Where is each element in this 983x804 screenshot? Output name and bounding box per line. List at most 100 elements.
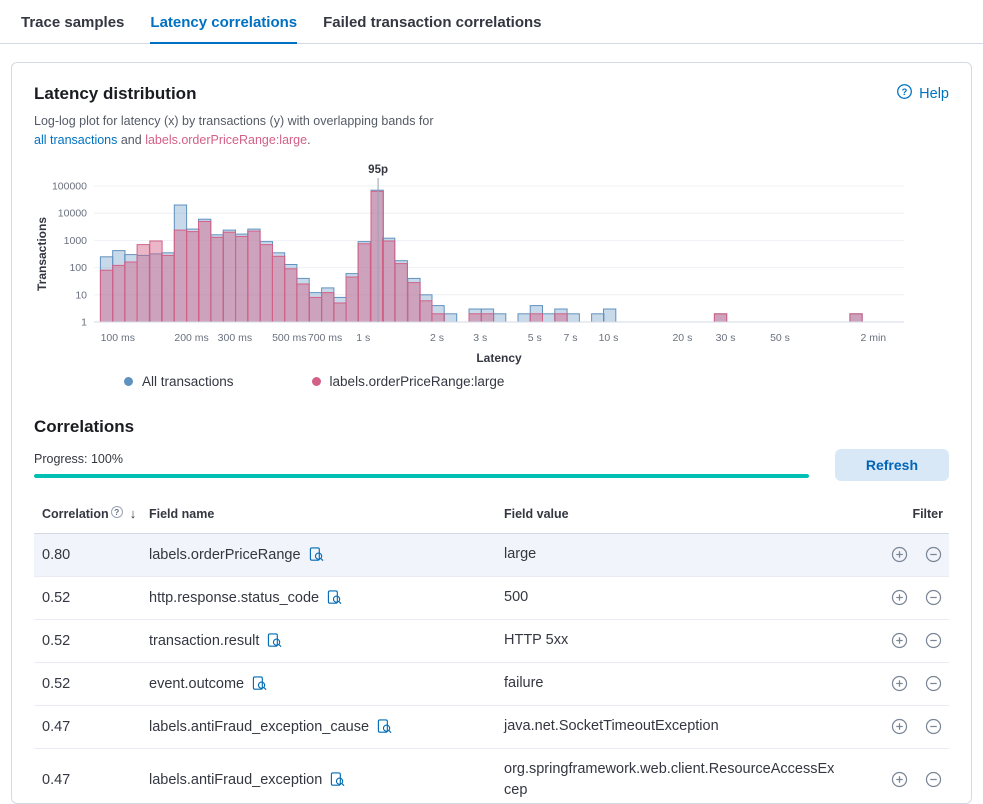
filter-exclude-icon[interactable] bbox=[924, 588, 943, 607]
latency-correlations-panel: Latency distribution ? Help Log-log plot… bbox=[11, 62, 972, 804]
progress-bar bbox=[34, 474, 809, 478]
filter-exclude-icon[interactable] bbox=[924, 545, 943, 564]
field-value: failure bbox=[504, 673, 849, 694]
help-label: Help bbox=[919, 86, 949, 102]
field-name: transaction.result bbox=[149, 633, 259, 649]
svg-text:5 s: 5 s bbox=[528, 332, 542, 344]
legend-dot-blue bbox=[124, 377, 133, 386]
chart-description: Log-log plot for latency (x) by transact… bbox=[34, 112, 949, 150]
filter-include-icon[interactable] bbox=[890, 545, 909, 564]
tab-latency-correlations[interactable]: Latency correlations bbox=[150, 14, 297, 44]
chart-legend: All transactions labels.orderPriceRange:… bbox=[124, 374, 949, 389]
svg-text:1 s: 1 s bbox=[356, 332, 370, 344]
inspect-icon[interactable] bbox=[377, 719, 392, 734]
description-conjunction: and bbox=[117, 133, 145, 147]
tab-bar: Trace samples Latency correlations Faile… bbox=[0, 0, 983, 44]
svg-text:3 s: 3 s bbox=[473, 332, 487, 344]
svg-text:10 s: 10 s bbox=[599, 332, 619, 344]
field-value: 500 bbox=[504, 587, 849, 608]
table-row: 0.47labels.antiFraud_exception_cause java… bbox=[34, 706, 949, 749]
filter-exclude-icon[interactable] bbox=[924, 674, 943, 693]
correlation-value: 0.52 bbox=[34, 633, 149, 649]
filter-include-icon[interactable] bbox=[890, 717, 909, 736]
legend-label: All transactions bbox=[142, 374, 234, 389]
svg-text:7 s: 7 s bbox=[563, 332, 577, 344]
field-value: org.springframework.web.client.ResourceA… bbox=[504, 759, 849, 801]
field-name: labels.antiFraud_exception bbox=[149, 772, 322, 788]
latency-distribution-chart[interactable]: 1 10 100 1000 10000 100000 100 ms 200 ms 300 ms 5… bbox=[34, 162, 922, 366]
filter-exclude-icon[interactable] bbox=[924, 717, 943, 736]
help-link[interactable]: ? Help bbox=[896, 83, 949, 104]
svg-text:2 s: 2 s bbox=[430, 332, 444, 344]
svg-text:100000: 100000 bbox=[52, 180, 87, 192]
all-transactions-link[interactable]: all transactions bbox=[34, 133, 117, 147]
svg-text:30 s: 30 s bbox=[716, 332, 736, 344]
filter-include-icon[interactable] bbox=[890, 588, 909, 607]
svg-text:1000: 1000 bbox=[64, 234, 88, 246]
description-period: . bbox=[307, 133, 310, 147]
progress-fill bbox=[34, 474, 809, 478]
table-row: 0.52event.outcomefailure bbox=[34, 663, 949, 706]
correlations-title: Correlations bbox=[34, 417, 949, 437]
filter-include-icon[interactable] bbox=[890, 770, 909, 789]
refresh-button[interactable]: Refresh bbox=[835, 449, 949, 481]
field-name: labels.orderPriceRange bbox=[149, 547, 301, 563]
field-name: http.response.status_code bbox=[149, 590, 319, 606]
legend-order-price-range[interactable]: labels.orderPriceRange:large bbox=[312, 374, 505, 389]
svg-text:1: 1 bbox=[81, 316, 87, 328]
inspect-icon[interactable] bbox=[267, 633, 282, 648]
correlation-value: 0.47 bbox=[34, 772, 149, 788]
svg-text:Latency: Latency bbox=[476, 351, 522, 365]
filter-include-icon[interactable] bbox=[890, 631, 909, 650]
svg-text:2 min: 2 min bbox=[860, 332, 886, 344]
svg-text:100 ms: 100 ms bbox=[101, 332, 135, 344]
svg-text:20 s: 20 s bbox=[672, 332, 692, 344]
description-line1: Log-log plot for latency (x) by transact… bbox=[34, 114, 434, 128]
panel-title: Latency distribution bbox=[34, 84, 196, 104]
correlations-table: Correlation?↓ Field name Field value Fil… bbox=[34, 499, 949, 804]
svg-text:300 ms: 300 ms bbox=[218, 332, 252, 344]
svg-text:500 ms: 500 ms bbox=[272, 332, 306, 344]
correlation-value: 0.52 bbox=[34, 590, 149, 606]
svg-text:10: 10 bbox=[75, 289, 87, 301]
table-row: 0.80labels.orderPriceRangelarge bbox=[34, 534, 949, 577]
correlations-table-body: 0.80labels.orderPriceRangelarge0.52http.… bbox=[34, 534, 949, 804]
filter-exclude-icon[interactable] bbox=[924, 770, 943, 789]
svg-text:Transactions: Transactions bbox=[35, 216, 49, 290]
table-row: 0.47labels.antiFraud_exception org.spring… bbox=[34, 749, 949, 804]
correlation-help-icon[interactable]: ? bbox=[111, 506, 123, 518]
correlation-value: 0.80 bbox=[34, 547, 149, 563]
tab-failed-transaction-correlations[interactable]: Failed transaction correlations bbox=[323, 14, 541, 43]
table-row: 0.52http.response.status_code 500 bbox=[34, 577, 949, 620]
svg-text:200 ms: 200 ms bbox=[174, 332, 208, 344]
filter-exclude-icon[interactable] bbox=[924, 631, 943, 650]
legend-label: labels.orderPriceRange:large bbox=[330, 374, 505, 389]
order-price-range-link[interactable]: labels.orderPriceRange:large bbox=[145, 133, 307, 147]
progress-label: Progress: 100% bbox=[34, 452, 809, 466]
inspect-icon[interactable] bbox=[252, 676, 267, 691]
help-icon: ? bbox=[896, 83, 913, 104]
svg-text:10000: 10000 bbox=[58, 207, 87, 219]
header-filter: Filter bbox=[912, 507, 943, 521]
svg-text:95p: 95p bbox=[368, 164, 388, 176]
field-value: HTTP 5xx bbox=[504, 630, 849, 651]
correlation-value: 0.52 bbox=[34, 676, 149, 692]
field-value: java.net.SocketTimeoutException bbox=[504, 716, 849, 737]
field-name: labels.antiFraud_exception_cause bbox=[149, 719, 369, 735]
svg-text:700 ms: 700 ms bbox=[308, 332, 342, 344]
legend-all-transactions[interactable]: All transactions bbox=[124, 374, 234, 389]
inspect-icon[interactable] bbox=[309, 547, 324, 562]
sort-desc-icon[interactable]: ↓ bbox=[130, 506, 137, 521]
correlation-value: 0.47 bbox=[34, 719, 149, 735]
inspect-icon[interactable] bbox=[327, 590, 342, 605]
inspect-icon[interactable] bbox=[330, 772, 345, 787]
header-field-value: Field value bbox=[504, 505, 849, 523]
svg-text:100: 100 bbox=[69, 262, 87, 274]
header-correlation[interactable]: Correlation bbox=[42, 507, 109, 521]
svg-text:?: ? bbox=[902, 87, 908, 97]
tab-trace-samples[interactable]: Trace samples bbox=[21, 14, 124, 43]
svg-text:50 s: 50 s bbox=[770, 332, 790, 344]
filter-include-icon[interactable] bbox=[890, 674, 909, 693]
table-header: Correlation?↓ Field name Field value Fil… bbox=[34, 499, 949, 534]
legend-dot-pink bbox=[312, 377, 321, 386]
